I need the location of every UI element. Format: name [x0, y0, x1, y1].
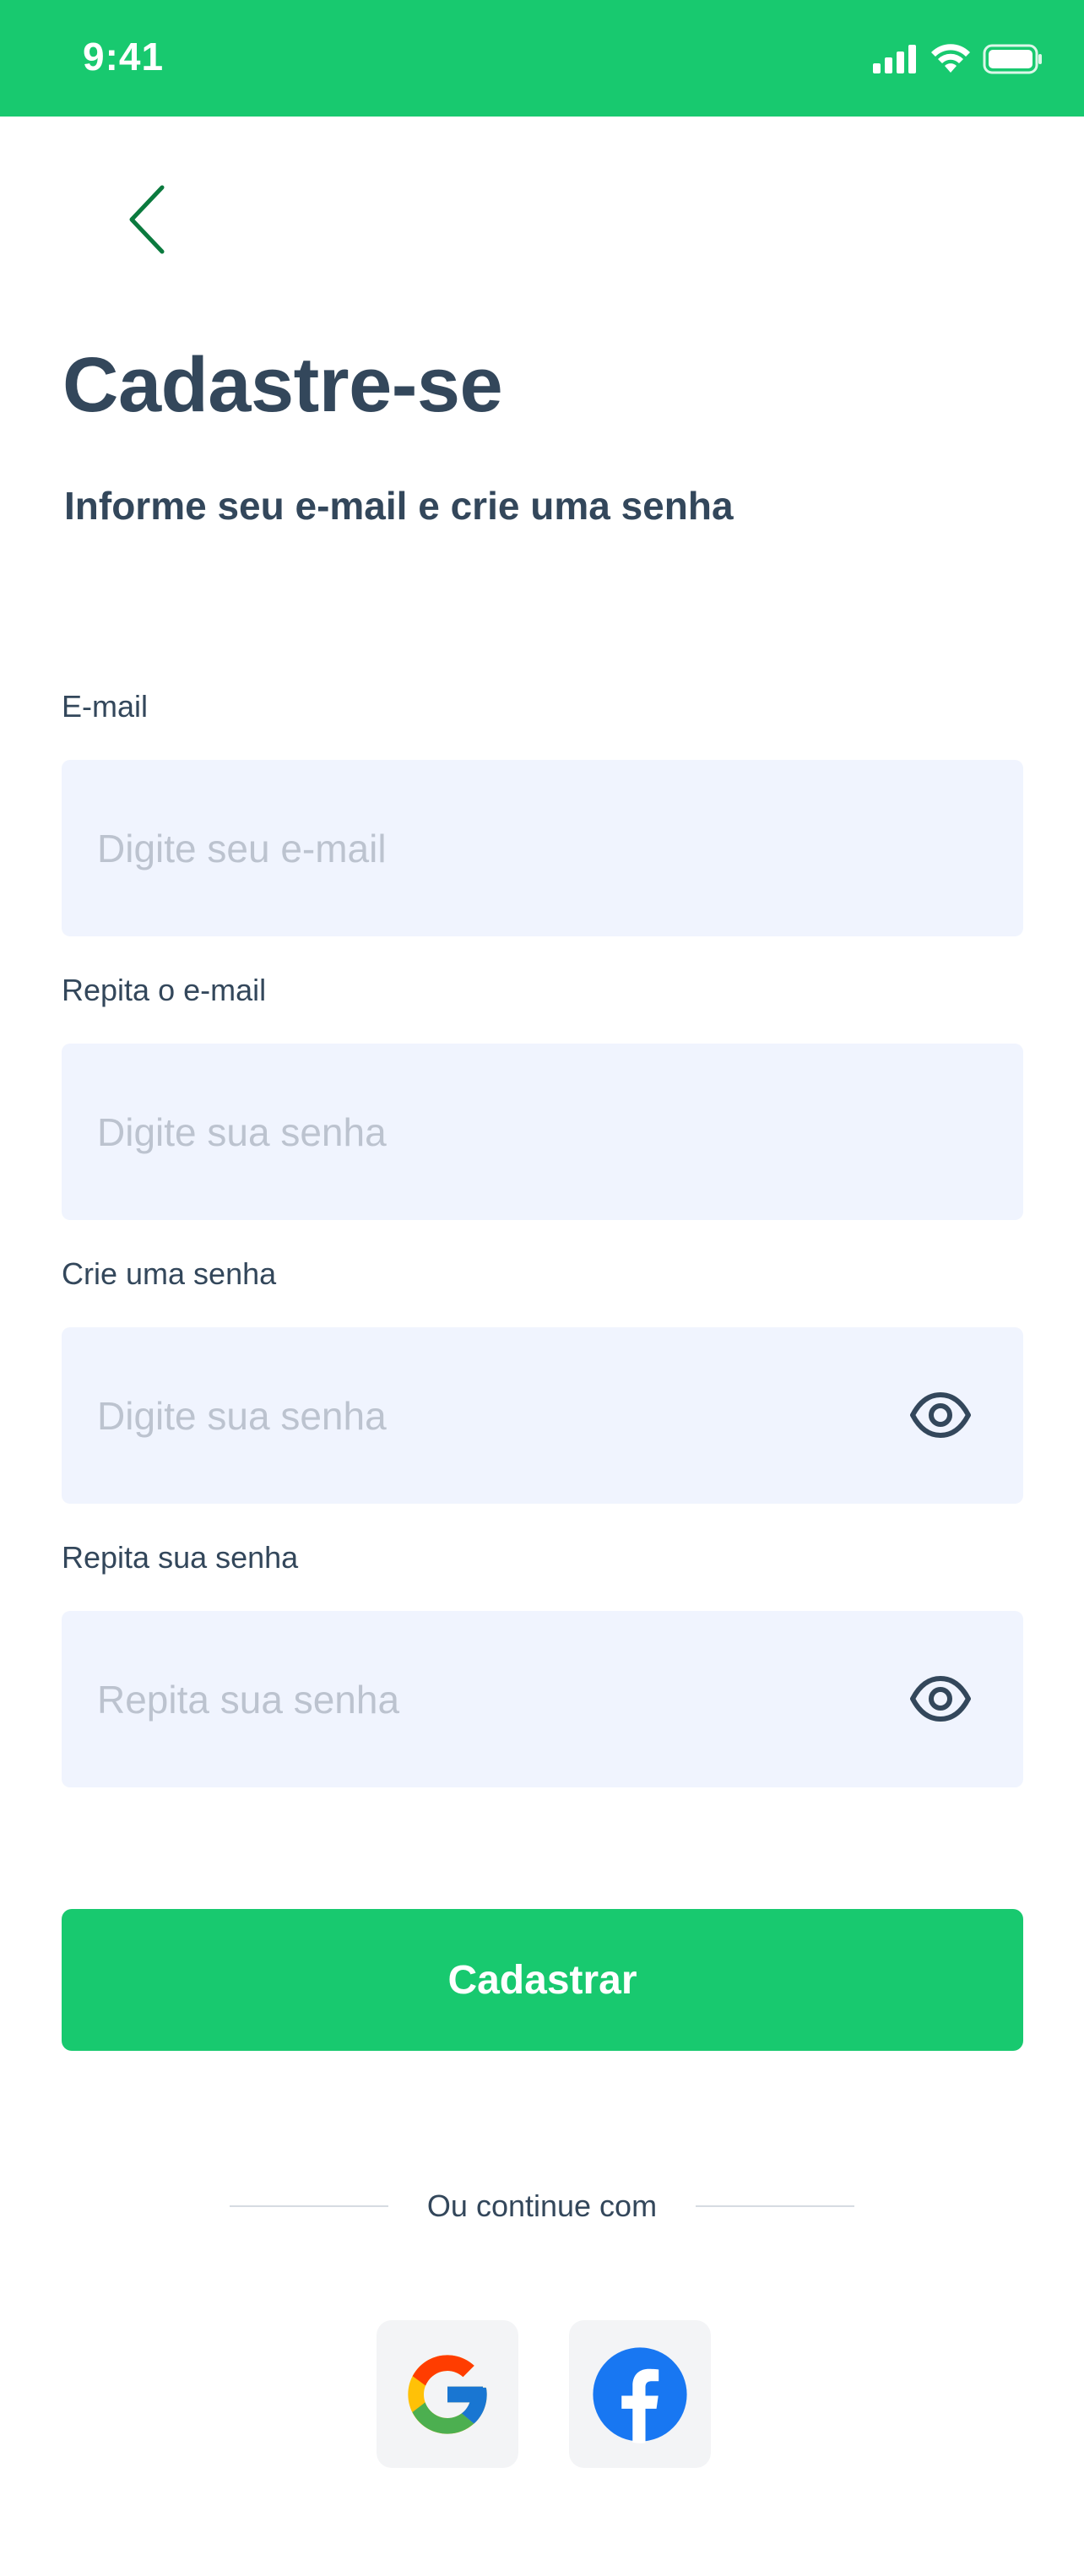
page-subtitle: Informe seu e-mail e crie uma senha	[64, 484, 734, 528]
password-input[interactable]	[97, 1327, 874, 1504]
google-login-button[interactable]	[377, 2320, 518, 2468]
battery-icon	[983, 44, 1042, 74]
status-icons	[873, 41, 1043, 78]
social-login-row	[377, 2320, 711, 2468]
password-confirm-field[interactable]	[62, 1611, 1023, 1787]
email-confirm-field[interactable]	[62, 1044, 1023, 1220]
wifi-icon	[931, 44, 970, 73]
email-confirm-input[interactable]	[97, 1044, 874, 1220]
password-confirm-visibility-toggle[interactable]	[905, 1663, 976, 1734]
divider-line-right	[696, 2205, 854, 2207]
email-label: E-mail	[62, 689, 149, 724]
back-button[interactable]	[125, 177, 192, 262]
facebook-icon	[593, 2346, 687, 2443]
submit-button[interactable]: Cadastrar	[62, 1909, 1023, 2051]
email-confirm-label: Repita o e-mail	[62, 973, 267, 1007]
divider-line-left	[230, 2205, 388, 2207]
chevron-left-icon	[129, 185, 165, 254]
facebook-login-button[interactable]	[569, 2320, 711, 2468]
social-divider: Ou continue com	[230, 2187, 854, 2226]
password-label: Crie uma senha	[62, 1256, 277, 1291]
password-confirm-input[interactable]	[97, 1611, 874, 1787]
signal-icon	[873, 45, 916, 73]
status-bar: 9:41	[0, 0, 1084, 117]
email-input[interactable]	[97, 760, 874, 936]
divider-text: Ou continue com	[426, 2188, 658, 2223]
password-visibility-toggle[interactable]	[905, 1380, 976, 1451]
password-field[interactable]	[62, 1327, 1023, 1504]
page-title: Cadastre-se	[62, 342, 503, 428]
status-time: 9:41	[83, 35, 165, 79]
google-icon	[408, 2354, 487, 2434]
email-field[interactable]	[62, 760, 1023, 936]
password-confirm-label: Repita sua senha	[62, 1540, 299, 1575]
eye-icon	[910, 1676, 971, 1722]
eye-icon	[910, 1392, 971, 1438]
